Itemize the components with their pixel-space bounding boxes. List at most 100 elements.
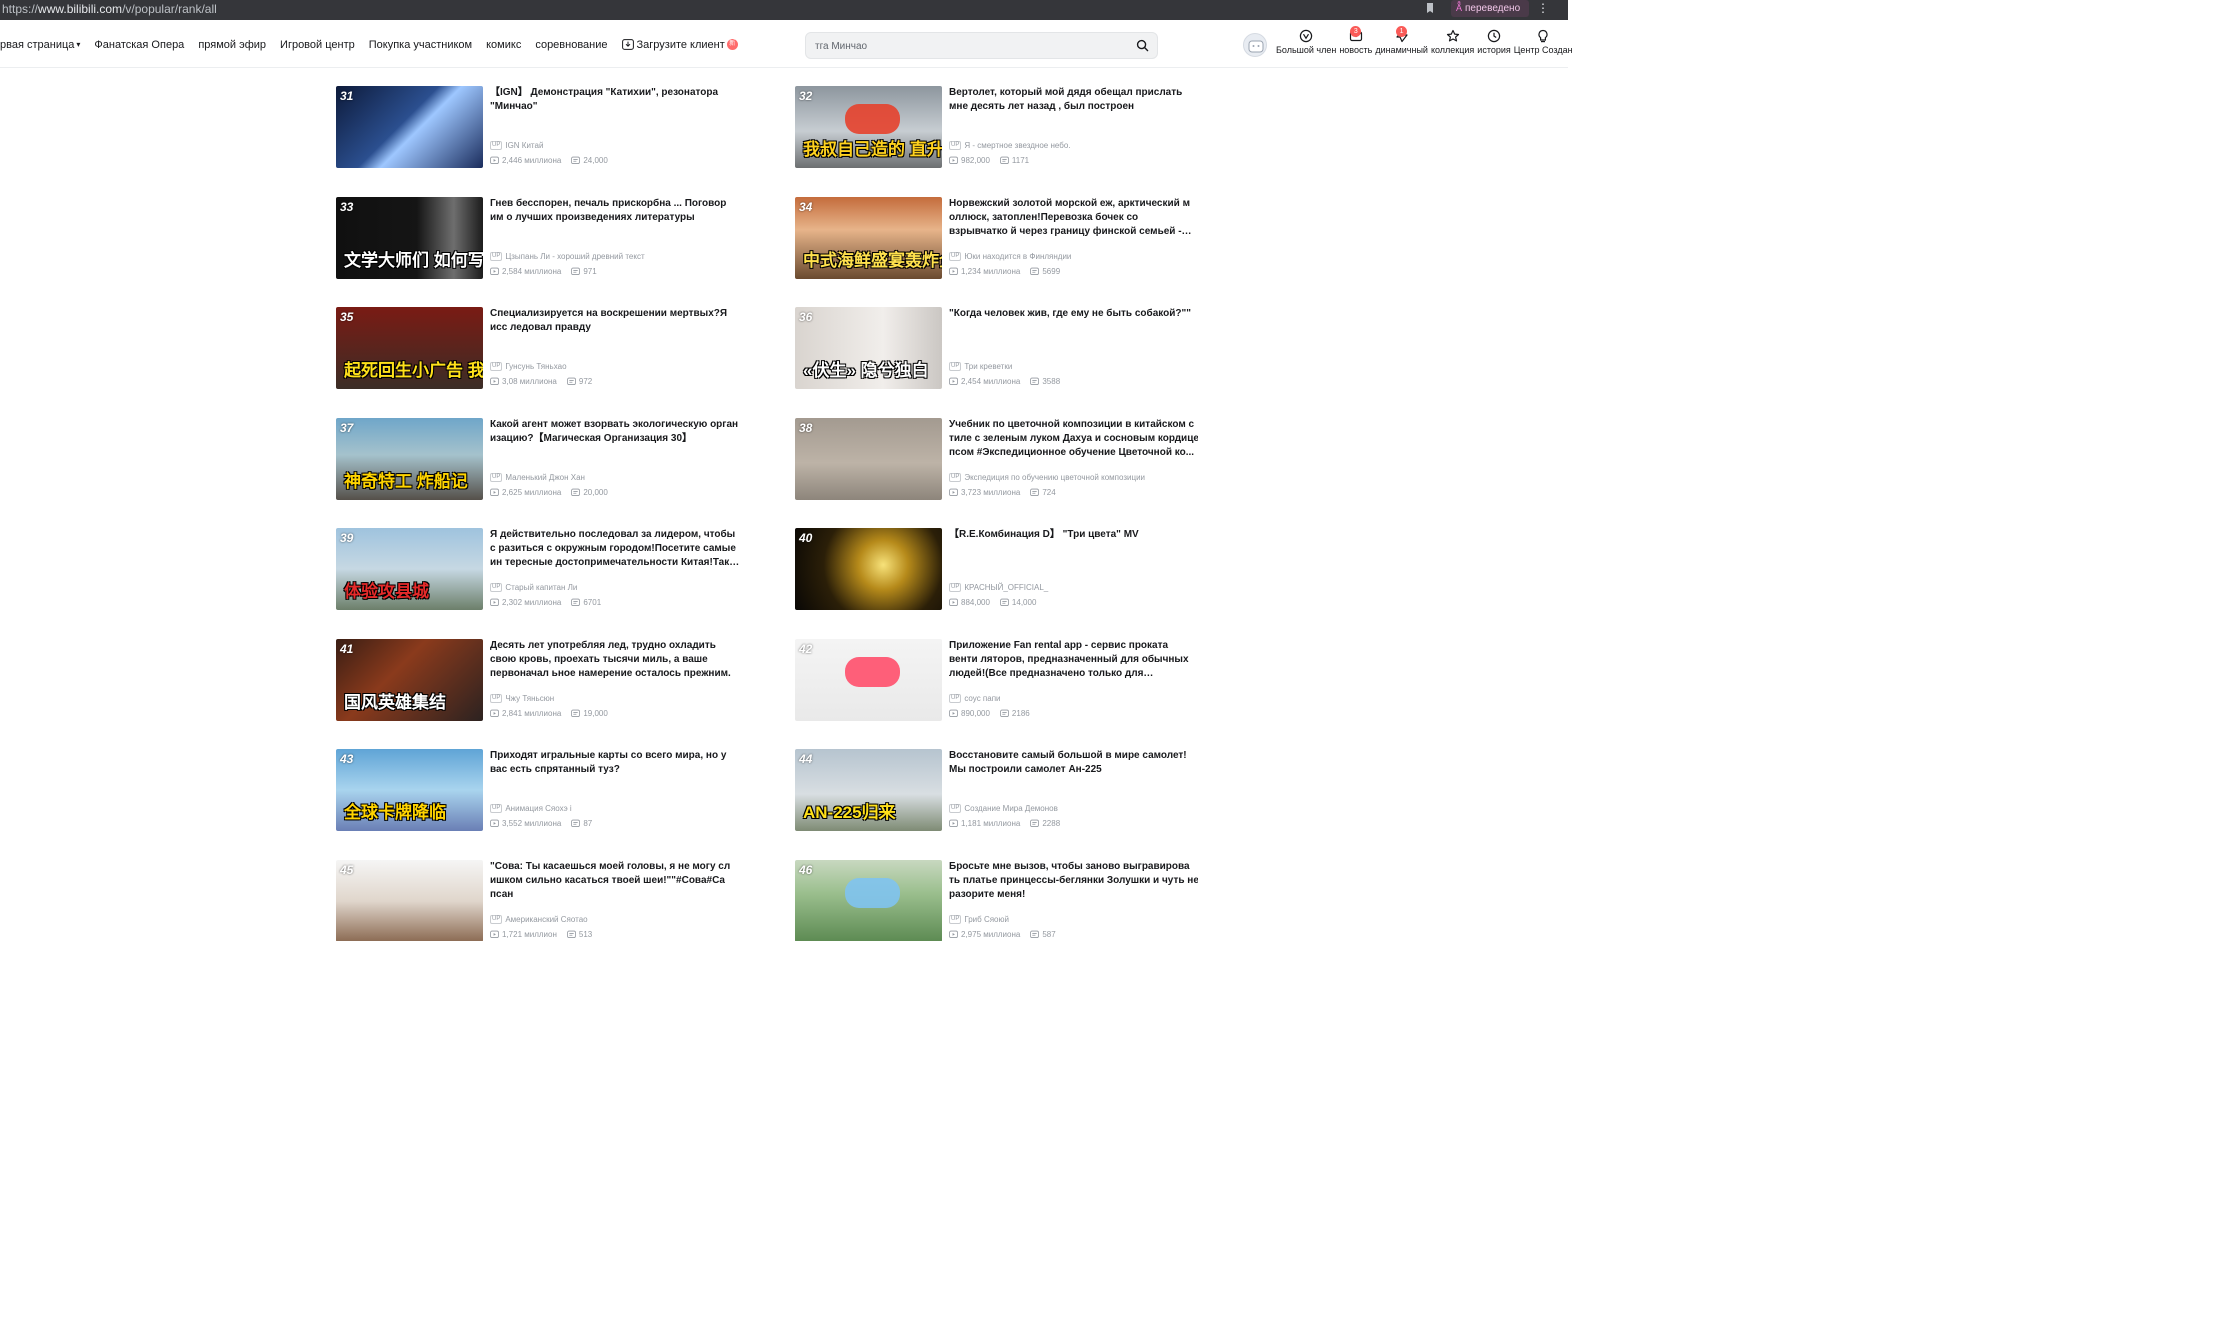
nav-item-2[interactable]: прямой эфир <box>198 39 266 51</box>
rank-card[interactable]: 46 Бросьте мне вызов, чтобы заново выграв… <box>795 859 1198 941</box>
rank-card[interactable]: 37 神奇特工 炸船记 Какой агент может взорвать эко… <box>336 417 740 500</box>
video-thumbnail[interactable]: 32 我叔自己造的 直升飞机 <box>795 86 942 168</box>
rank-card[interactable]: 43 全球卡牌降临 Приходят игральные карты со всег… <box>336 749 740 831</box>
translated-badge[interactable]: A͏ͣ переведено <box>1451 0 1529 17</box>
rank-card[interactable]: 33 文学大师们 如何写一个 可悲的人? Гнев бесспорен, печал… <box>336 196 740 279</box>
uploader[interactable]: UP Цзыпань Ли - хороший древний текст <box>490 251 645 261</box>
video-thumbnail[interactable]: 34 中式海鲜盛宴轰炸全场! <box>795 196 942 279</box>
video-title[interactable]: Приходят игральные карты со всего мира, … <box>490 749 740 777</box>
video-title[interactable]: "Когда человек жив, где ему не быть соба… <box>949 307 1198 321</box>
rank-card[interactable]: 45 "Сова: Ты касаешься моей головы, я не … <box>336 859 740 941</box>
video-title[interactable]: 【IGN】 Демонстрация "Катихии", резонатора… <box>490 86 740 114</box>
uploader[interactable]: UP Гриб Сяоюй <box>949 914 1009 924</box>
nav-item-3[interactable]: Игровой центр <box>280 39 355 51</box>
nav-item-5[interactable]: комикс <box>486 39 521 51</box>
uploader[interactable]: UP Я - смертное звездное небо. <box>949 141 1071 150</box>
video-thumbnail[interactable]: 36 «伏生» 隐兮独白 <box>795 307 942 389</box>
video-title[interactable]: Я действительно последовал за лидером, ч… <box>490 528 740 570</box>
video-thumbnail[interactable]: 38 <box>795 417 942 500</box>
header-vip-link[interactable]: Большой член <box>1276 29 1336 55</box>
video-thumbnail[interactable]: 41 国风英雄集结 <box>336 638 483 721</box>
uploader[interactable]: UP Чжу Тяньсюн <box>490 693 554 703</box>
rank-card[interactable]: 31 【IGN】 Демонстрация "Катихии", резонато… <box>336 86 740 168</box>
danmaku-icon <box>571 819 581 827</box>
video-title[interactable]: Восстановите самый большой в мире самоле… <box>949 749 1198 777</box>
rank-card[interactable]: 32 我叔自己造的 直升飞机 Вертолет, который мой дядя … <box>795 86 1198 168</box>
uploader[interactable]: UP Юки находится в Финляндии <box>949 251 1071 261</box>
search-input[interactable] <box>815 37 1125 55</box>
nav-item-4[interactable]: Покупка участником <box>369 39 472 51</box>
rank-card[interactable]: 34 中式海鲜盛宴轰炸全场! Норвежский золотой морской … <box>795 196 1198 279</box>
uploader[interactable]: UP Старый капитан Ли <box>490 583 577 592</box>
video-thumbnail[interactable]: 33 文学大师们 如何写一个 可悲的人? <box>336 196 483 279</box>
uploader[interactable]: UP Три креветки <box>949 362 1012 371</box>
video-title[interactable]: "Сова: Ты касаешься моей головы, я не мо… <box>490 860 740 902</box>
browser-address-bar: https://www.bilibili.com/v/popular/rank/… <box>0 0 1568 20</box>
video-title[interactable]: Вертолет, который мой дядя обещал присла… <box>949 86 1198 114</box>
header-dynamic-link[interactable]: динамичный 1 <box>1375 26 1428 55</box>
header-link-label: история <box>1477 45 1511 55</box>
uploader[interactable]: UP соус папи <box>949 693 1001 703</box>
video-title[interactable]: Норвежский золотой морской еж, арктическ… <box>949 197 1198 239</box>
header-bulb-link[interactable]: Центр Создан <box>1514 29 1573 55</box>
browser-menu-icon[interactable]: ⋮ <box>1537 2 1549 14</box>
rank-card[interactable]: 38 Учебник по цветочной композиции в кита… <box>795 417 1198 500</box>
rank-card[interactable]: 35 起死回生小广告 我调查了真相 Специализируется на воск… <box>336 307 740 389</box>
video-thumbnail[interactable]: 37 神奇特工 炸船记 <box>336 417 483 500</box>
uploader[interactable]: UP Американский Сяотао <box>490 914 588 924</box>
video-title[interactable]: Десять лет употребляя лед, трудно охлади… <box>490 639 740 681</box>
header-star-link[interactable]: коллекция <box>1431 29 1474 55</box>
user-avatar[interactable] <box>1243 33 1267 57</box>
video-thumbnail[interactable]: 43 全球卡牌降临 <box>336 749 483 831</box>
rank-card[interactable]: 39 体验攻县城 Я действительно последовал за лид… <box>336 528 740 610</box>
danmaku-count: 14,000 <box>1011 598 1037 607</box>
url-text[interactable]: https://www.bilibili.com/v/popular/rank/… <box>2 1 217 18</box>
video-title[interactable]: 【R.E.Комбинация D】 "Три цвета" MV <box>949 528 1198 542</box>
video-thumbnail[interactable]: 35 起死回生小广告 我调查了真相 <box>336 307 483 389</box>
uploader[interactable]: UP КРАСНЫЙ_OFFICIAL_ <box>949 583 1048 592</box>
search-icon[interactable] <box>1136 39 1149 52</box>
video-thumbnail[interactable]: 39 体验攻县城 <box>336 528 483 610</box>
uploader[interactable]: UP Создание Мира Демонов <box>949 804 1058 813</box>
video-stats: 2,302 миллиона 6701 <box>490 598 601 607</box>
header-message-link[interactable]: новость 3 <box>1339 26 1372 55</box>
uploader[interactable]: UP Маленький Джон Хан <box>490 472 585 482</box>
video-title[interactable]: Бросьте мне вызов, чтобы заново выгравир… <box>949 860 1198 902</box>
video-title[interactable]: Учебник по цветочной композиции в китайс… <box>949 418 1198 460</box>
nav-item-1[interactable]: Фанатская Опера <box>94 39 184 51</box>
thumbnail-art <box>845 104 900 134</box>
uploader[interactable]: UP Экспедиция по обучению цветочной компо… <box>949 472 1145 482</box>
video-stats: 2,841 миллиона 19,000 <box>490 709 608 718</box>
danmaku-icon <box>571 488 581 496</box>
video-title[interactable]: Приложение Fan rental app - сервис прока… <box>949 639 1198 681</box>
video-thumbnail[interactable]: 40 <box>795 528 942 610</box>
video-title[interactable]: Какой агент может взорвать экологическую… <box>490 418 740 446</box>
uploader[interactable]: UP Гунсунь Тяньхао <box>490 362 567 371</box>
video-thumbnail[interactable]: 42 <box>795 638 942 721</box>
uploader[interactable]: UP Анимация Сяохэ i <box>490 804 572 813</box>
video-thumbnail[interactable]: 44 AN-225归来 <box>795 749 942 831</box>
view-count: 2,584 миллиона <box>502 266 562 276</box>
rank-card[interactable]: 44 AN-225归来 Восстановите самый большой в м… <box>795 749 1198 831</box>
rank-number: 31 <box>340 89 354 103</box>
nav-item-label: рвая страница <box>0 38 75 51</box>
video-thumbnail[interactable]: 31 <box>336 86 483 168</box>
video-thumbnail[interactable]: 46 <box>795 859 942 941</box>
rank-card[interactable]: 40 【R.E.Комбинация D】 "Три цвета" MV UP КРА… <box>795 528 1198 610</box>
video-title[interactable]: Специализируется на воскрешении мертвых?… <box>490 307 740 335</box>
rank-card[interactable]: 42 Приложение Fan rental app - сервис про… <box>795 638 1198 721</box>
rank-card[interactable]: 41 国风英雄集结 Десять лет употребляя лед, трудн… <box>336 638 740 721</box>
nav-item-6[interactable]: соревнование <box>535 39 607 51</box>
nav-item-0[interactable]: рвая страница ▾ <box>0 39 80 51</box>
video-title[interactable]: Гнев бесспорен, печаль прискорбна ... По… <box>490 197 740 225</box>
rank-card[interactable]: 36 «伏生» 隐兮独白 "Когда человек жив, где ему н… <box>795 307 1198 389</box>
header-link-label: Центр Создан <box>1513 45 1573 55</box>
nav-item-7[interactable]: Загрузите клиент 新 <box>621 39 738 51</box>
uploader[interactable]: UP IGN Китай <box>490 141 543 150</box>
uploader-name: Американский Сяотао <box>505 914 588 924</box>
danmaku-count: 87 <box>583 819 593 828</box>
bookmark-icon[interactable] <box>1423 1 1437 15</box>
video-thumbnail[interactable]: 45 <box>336 859 483 941</box>
header-clock-link[interactable]: история <box>1477 29 1511 55</box>
view-count: 890,000 <box>961 708 990 718</box>
